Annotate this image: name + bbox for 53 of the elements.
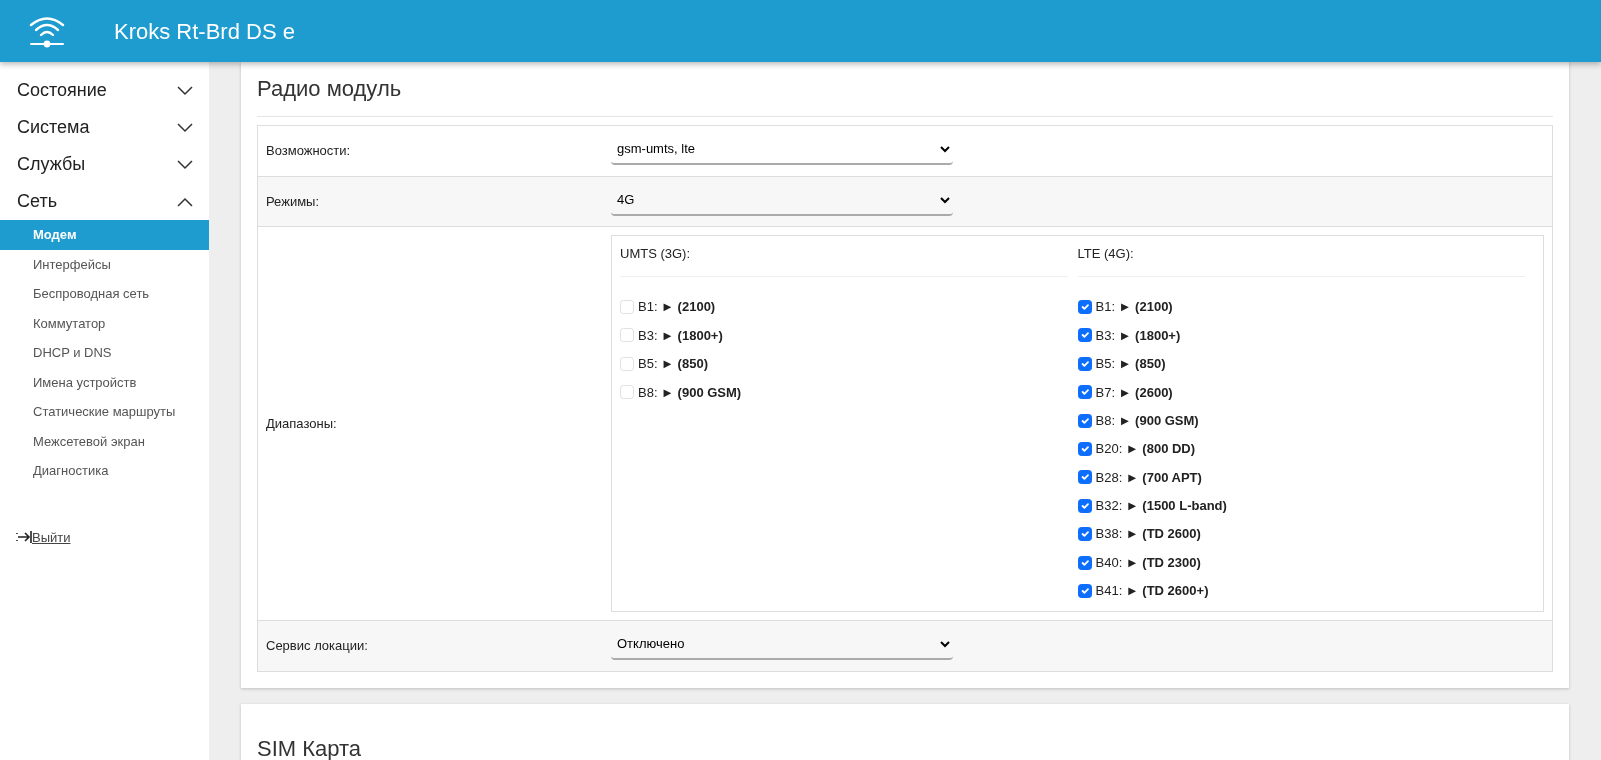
sidebar-item[interactable]: Интерфейсы: [0, 249, 209, 279]
field-label: Сервис локации:: [266, 638, 368, 654]
band-label: B41: ► (TD 2600+): [1095, 582, 1209, 601]
sidebar-item[interactable]: Статические маршруты: [0, 397, 209, 427]
band-checkbox[interactable]: [1077, 584, 1092, 598]
band-checkbox[interactable]: [1077, 470, 1092, 485]
sidebar-group[interactable]: Система: [0, 109, 209, 146]
band-label: B40: ► (TD 2300): [1095, 553, 1201, 572]
section-title: SIM Карта: [257, 717, 1553, 760]
band-label: B5: ► (850): [1095, 355, 1166, 374]
band-checkbox[interactable]: [1077, 300, 1092, 315]
band-label: B38: ► (TD 2600): [1095, 525, 1201, 544]
logout-link[interactable]: Выйти: [32, 527, 71, 547]
band-checkbox[interactable]: [1077, 356, 1092, 371]
band-checkbox[interactable]: [1077, 413, 1092, 428]
band-checkbox[interactable]: [1077, 498, 1092, 513]
band-label: B5: ► (850): [638, 355, 708, 374]
sidebar-item[interactable]: DHCP и DNS: [0, 338, 209, 368]
band-label: B1: ► (2100): [1095, 298, 1173, 317]
band-label: B28: ► (700 APT): [1095, 468, 1202, 487]
band-label: B8: ► (900 GSM): [1095, 411, 1199, 430]
band-group-title: UMTS (3G):: [620, 246, 691, 262]
section-title: Радио модуль: [257, 76, 1553, 118]
sidebar-item[interactable]: Межсетевой экран: [0, 426, 209, 456]
sidebar-item[interactable]: Коммутатор: [0, 308, 209, 338]
band-checkbox[interactable]: [1077, 555, 1092, 570]
band-label: B32: ► (1500 L-band): [1095, 497, 1227, 516]
band-checkbox[interactable]: [1077, 527, 1092, 542]
app-title: Kroks Rt-Brd DS e: [114, 17, 295, 46]
sidebar-item[interactable]: Беспроводная сеть: [0, 279, 209, 309]
dropdown[interactable]: Отключено: [611, 629, 953, 661]
dropdown[interactable]: 4G: [611, 184, 953, 216]
band-checkbox[interactable]: [1077, 385, 1092, 400]
sidebar-group[interactable]: Состояние: [0, 72, 209, 109]
sidebar-item[interactable]: Диагностика: [0, 456, 209, 486]
dropdown[interactable]: gsm-umts, lte: [611, 134, 953, 166]
band-label: B8: ► (900 GSM): [638, 383, 742, 402]
wifi-logo-icon: [28, 14, 66, 48]
sidebar-group[interactable]: Сеть: [0, 183, 209, 220]
band-label: B20: ► (800 DD): [1095, 440, 1196, 459]
band-checkbox[interactable]: [1077, 328, 1092, 343]
band-label: B1: ► (2100): [638, 298, 716, 317]
field-label: Режимы:: [266, 193, 320, 209]
band-group-title: LTE (4G):: [1077, 246, 1134, 262]
band-checkbox[interactable]: [1077, 442, 1092, 457]
sidebar-item[interactable]: Имена устройств: [0, 367, 209, 397]
band-label: B3: ► (1800+): [638, 326, 723, 345]
logout-icon: [16, 531, 32, 544]
field-label: Диапазоны:: [266, 415, 337, 434]
band-label: B3: ► (1800+): [1095, 326, 1181, 345]
field-label: Возможности:: [266, 143, 351, 159]
sidebar-group[interactable]: Службы: [0, 146, 209, 183]
band-label: B7: ► (2600): [1095, 383, 1173, 402]
